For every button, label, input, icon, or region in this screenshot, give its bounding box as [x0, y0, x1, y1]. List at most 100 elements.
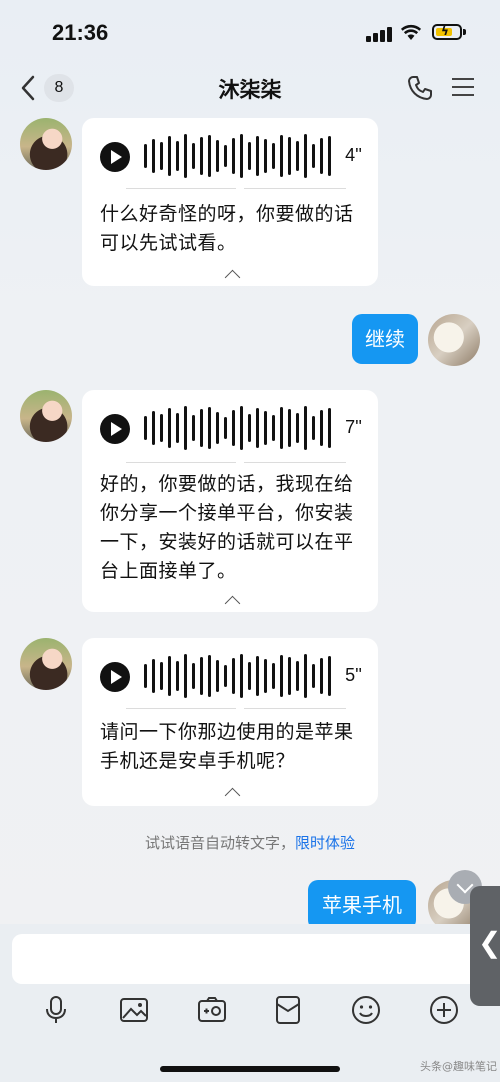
voice-message-bubble[interactable]: 7'' 好的，你要做的话，我现在给你分享一个接单平台，你安装一下，安装好的话就可… — [82, 390, 378, 612]
waveform-bar — [328, 136, 331, 176]
waveform-bar — [184, 406, 187, 450]
transcribed-text: 什么好奇怪的呀，你要做的话可以先试试看。 — [100, 203, 354, 254]
voice-message-bubble[interactable]: 5'' 请问一下你那边使用的是苹果手机还是安卓手机呢？ — [82, 638, 378, 806]
waveform-bar — [168, 408, 171, 448]
signal-icon — [366, 26, 394, 42]
image-icon[interactable] — [118, 994, 150, 1026]
waveform-bar — [320, 658, 323, 694]
waveform-bar — [320, 138, 323, 174]
menu-icon[interactable] — [452, 76, 476, 98]
battery-icon: ϟ — [432, 24, 462, 40]
waveform-bar — [160, 662, 163, 690]
phone-call-icon[interactable] — [406, 74, 434, 102]
waveform — [144, 654, 334, 698]
waveform — [144, 134, 334, 178]
waveform-bar — [168, 656, 171, 696]
waveform-bar — [320, 410, 323, 446]
waveform-bar — [264, 411, 267, 445]
waveform-bar — [328, 408, 331, 448]
collapse-icon[interactable] — [224, 595, 241, 612]
waveform-bar — [232, 138, 235, 174]
waveform-bar — [304, 654, 307, 698]
camera-icon[interactable] — [196, 994, 228, 1026]
waveform-bar — [272, 143, 275, 169]
waveform-bar — [200, 137, 203, 175]
transcribed-text: 好的，你要做的话，我现在给你分享一个接单平台，你安装一下，安装好的话就可以在平台… — [100, 473, 354, 582]
waveform-bar — [176, 141, 179, 171]
waveform-bar — [304, 406, 307, 450]
play-icon[interactable] — [100, 662, 130, 692]
waveform-bar — [200, 409, 203, 447]
collapse-icon[interactable] — [224, 787, 241, 804]
input-toolbar — [0, 988, 500, 1032]
play-icon[interactable] — [100, 142, 130, 172]
status-bar: 21:36 ϟ — [0, 0, 500, 60]
voice-player[interactable]: 5'' — [100, 652, 364, 702]
my-message-bubble[interactable]: 继续 — [352, 314, 418, 364]
waveform-bar — [264, 139, 267, 173]
my-avatar[interactable] — [428, 314, 480, 366]
waveform-bar — [192, 415, 195, 441]
microphone-icon[interactable] — [40, 994, 72, 1026]
trial-link[interactable]: 限时体验 — [295, 834, 355, 852]
watermark: 头条@趣味笔记 — [420, 1060, 497, 1073]
waveform-bar — [144, 144, 147, 168]
transcribed-text: 请问一下你那边使用的是苹果手机还是安卓手机呢？ — [100, 721, 354, 772]
voice-duration: 7'' — [345, 417, 362, 437]
waveform-bar — [280, 655, 283, 697]
chevron-left-icon: ❮ — [478, 927, 500, 958]
waveform-bar — [216, 660, 219, 692]
waveform-bar — [248, 142, 251, 170]
waveform-bar — [144, 416, 147, 440]
waveform-bar — [288, 657, 291, 695]
play-icon[interactable] — [100, 414, 130, 444]
waveform-bar — [240, 406, 243, 450]
waveform — [144, 406, 334, 450]
waveform-bar — [224, 145, 227, 167]
emoji-icon[interactable] — [350, 994, 382, 1026]
waveform-bar — [152, 659, 155, 693]
waveform-bar — [256, 136, 259, 176]
status-time: 21:36 — [52, 20, 109, 45]
waveform-bar — [256, 408, 259, 448]
waveform-bar — [248, 662, 251, 690]
waveform-bar — [216, 140, 219, 172]
waveform-bar — [328, 656, 331, 696]
waveform-bar — [296, 413, 299, 443]
side-panel-handle[interactable]: ❮ — [470, 886, 500, 1006]
waveform-bar — [176, 661, 179, 691]
voice-player[interactable]: 7'' — [100, 404, 364, 454]
voice-message-bubble[interactable]: 4'' 什么好奇怪的呀，你要做的话可以先试试看。 — [82, 118, 378, 286]
wifi-icon — [400, 24, 422, 40]
waveform-bar — [152, 411, 155, 445]
contact-avatar[interactable] — [20, 390, 72, 442]
collapse-icon[interactable] — [224, 269, 241, 286]
plus-icon[interactable] — [428, 994, 460, 1026]
waveform-bar — [224, 417, 227, 439]
waveform-bar — [160, 142, 163, 170]
contact-avatar[interactable] — [20, 638, 72, 690]
waveform-bar — [312, 416, 315, 440]
contact-avatar[interactable] — [20, 118, 72, 170]
waveform-bar — [192, 663, 195, 689]
waveform-bar — [280, 407, 283, 449]
waveform-bar — [200, 657, 203, 695]
waveform-bar — [216, 412, 219, 444]
waveform-bar — [144, 664, 147, 688]
waveform-bar — [184, 134, 187, 178]
red-packet-icon[interactable] — [272, 994, 304, 1026]
waveform-bar — [208, 135, 211, 177]
voice-player[interactable]: 4'' — [100, 132, 364, 182]
waveform-bar — [168, 136, 171, 176]
voice-to-text-tip: 试试语音自动转文字，限时体验 — [144, 834, 356, 852]
waveform-bar — [208, 407, 211, 449]
waveform-bar — [312, 664, 315, 688]
waveform-bar — [264, 659, 267, 693]
waveform-bar — [224, 665, 227, 687]
waveform-bar — [160, 414, 163, 442]
waveform-bar — [296, 661, 299, 691]
message-input[interactable] — [12, 934, 492, 984]
waveform-bar — [192, 143, 195, 169]
my-message-bubble[interactable]: 苹果手机 — [308, 880, 416, 930]
waveform-bar — [184, 654, 187, 698]
